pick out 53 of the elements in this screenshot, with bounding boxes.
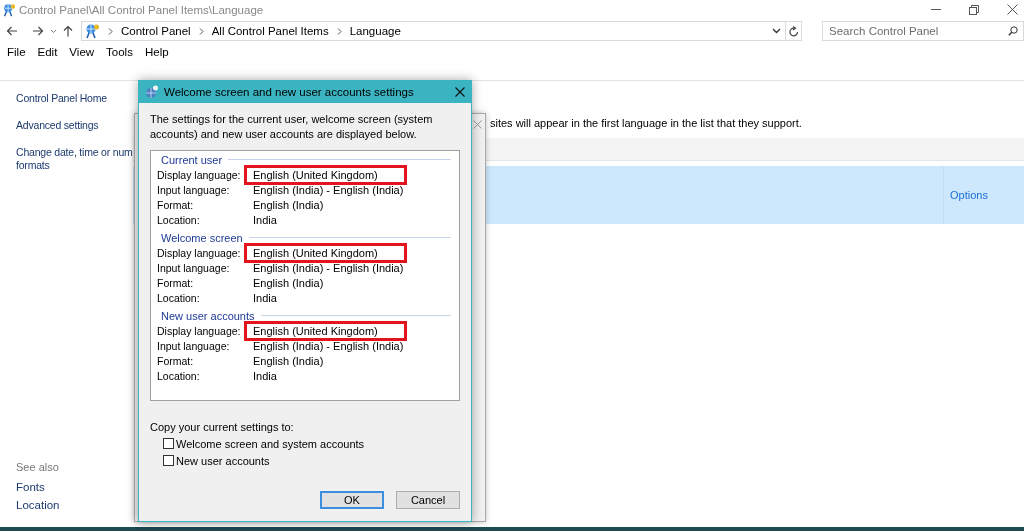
setting-label: Display language: <box>157 324 242 337</box>
setting-label: Format: <box>157 276 195 289</box>
group-title: New user accounts <box>161 309 255 322</box>
setting-value: India <box>253 369 277 382</box>
dialog-button[interactable]: Cancel <box>396 491 460 509</box>
group-title: Welcome screen <box>161 231 243 244</box>
breadcrumb[interactable]: Language <box>349 25 401 37</box>
setting-value: English (India) - English (India) <box>253 339 404 352</box>
setting-value: English (India) <box>253 354 324 367</box>
sidebar-link[interactable]: Advanced settings <box>16 119 99 132</box>
checkbox-label[interactable]: New user accounts <box>176 454 270 467</box>
default-button[interactable]: OK <box>320 491 384 509</box>
dialog-intro: The settings for the current user, welcome screen (system accounts) and new user accounts are displayed below. <box>150 112 434 142</box>
sidebar-link[interactable]: Control Panel Home <box>16 92 107 105</box>
highlighted-setting-value: English (United Kingdom) <box>247 323 404 338</box>
setting-value: India <box>253 291 277 304</box>
setting-label: Input language: <box>157 183 231 196</box>
options-link[interactable]: Options <box>950 189 988 201</box>
setting-label: Location: <box>157 291 201 304</box>
address-bar[interactable]: Control Panel All Control Panel Items Language <box>81 21 802 41</box>
setting-label: Format: <box>157 198 195 211</box>
sidebar-link[interactable]: Fonts <box>16 481 133 493</box>
setting-value: English (India) <box>253 198 324 211</box>
window-title: Control Panel\All Control Panel Items\Language <box>19 3 264 16</box>
menu-item[interactable]: Tools <box>106 46 133 62</box>
breadcrumb[interactable]: All Control Panel Items <box>211 25 329 37</box>
setting-label: Display language: <box>157 246 242 259</box>
setting-value: English (India) <box>253 276 324 289</box>
breadcrumb[interactable]: Control Panel <box>121 25 191 37</box>
sidebar-link[interactable]: Change date, time or num formats <box>16 146 133 172</box>
dialog-title: Welcome screen and new user accounts settings <box>164 86 414 98</box>
sidebar-link[interactable]: Location <box>16 499 133 511</box>
setting-label: Display language: <box>157 168 242 181</box>
setting-label: Format: <box>157 354 195 367</box>
setting-label: Input language: <box>157 261 231 274</box>
setting-value: India <box>253 213 277 226</box>
highlighted-setting-value: English (United Kingdom) <box>247 245 404 260</box>
copy-settings-label: Copy your current settings to: <box>150 421 295 433</box>
highlighted-setting-value: English (United Kingdom) <box>247 167 404 182</box>
setting-value: English (India) - English (India) <box>253 183 404 196</box>
page-description: sites will appear in the first language in the list that they support. <box>490 117 802 131</box>
setting-label: Input language: <box>157 339 231 352</box>
setting-label: Location: <box>157 369 201 382</box>
group-title: Current user <box>161 153 223 166</box>
menu-item[interactable]: Edit <box>37 46 58 62</box>
setting-value: English (India) - English (India) <box>253 261 404 274</box>
checkbox-label[interactable]: Welcome screen and system accounts <box>176 437 365 450</box>
menu-item[interactable]: View <box>69 46 95 62</box>
menu-item[interactable]: Help <box>144 46 169 62</box>
search-field[interactable]: Search Control Panel <box>822 21 1024 41</box>
see-also-heading: See also <box>16 461 60 473</box>
menu-item[interactable]: File <box>7 46 26 62</box>
setting-label: Location: <box>157 213 201 226</box>
